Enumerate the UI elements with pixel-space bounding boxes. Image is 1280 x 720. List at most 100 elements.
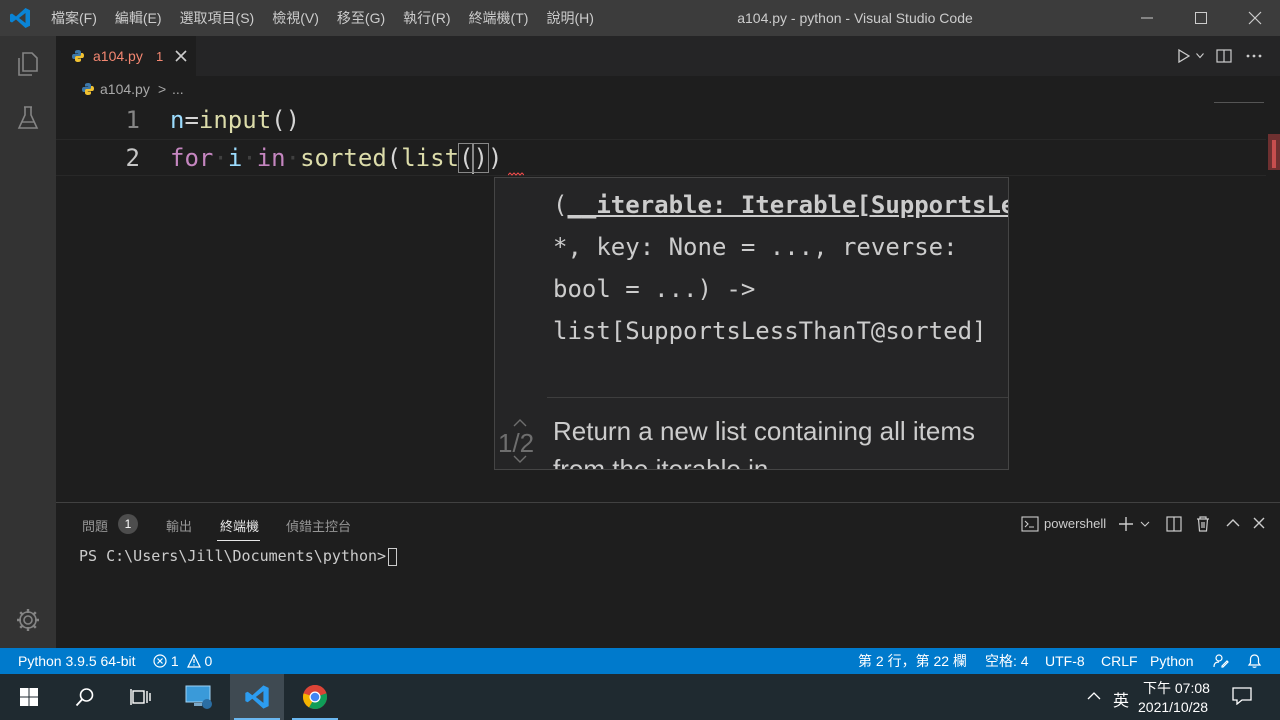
feedback-icon[interactable] xyxy=(1213,653,1229,669)
signature-line: *, key: None = ..., reverse: xyxy=(553,233,958,261)
menu-edit[interactable]: 編輯(E) xyxy=(106,0,171,36)
code-token: () xyxy=(271,106,301,134)
breadcrumb-file[interactable]: a104.py xyxy=(100,81,150,97)
menu-selection[interactable]: 選取項目(S) xyxy=(171,0,264,36)
run-python-button[interactable] xyxy=(1174,47,1194,65)
explorer-button[interactable] xyxy=(12,48,44,80)
maximize-button[interactable] xyxy=(1178,0,1224,36)
settings-gear-icon xyxy=(17,609,39,631)
signature-text: (__iterable: Iterable[SupportsLessThanT@… xyxy=(553,184,1008,352)
run-dropdown-button[interactable] xyxy=(1194,47,1206,65)
start-button[interactable] xyxy=(2,674,56,720)
menu-view[interactable]: 檢視(V) xyxy=(263,0,328,36)
code-token: for xyxy=(170,144,214,172)
explorer-icon xyxy=(18,52,38,76)
menu-file[interactable]: 檔案(F) xyxy=(42,0,106,36)
terminal-output[interactable]: PS C:\Users\Jill\Documents\python> xyxy=(79,547,398,566)
minimize-button[interactable] xyxy=(1124,0,1170,36)
clock-date[interactable]: 2021/10/28 xyxy=(1138,699,1208,715)
split-terminal-icon[interactable] xyxy=(1166,516,1182,532)
taskbar-vscode[interactable] xyxy=(230,674,284,720)
code-line-2[interactable]: 2 for·i·in·sorted(list()) xyxy=(56,139,1266,176)
status-interpreter[interactable]: Python 3.9.5 64-bit xyxy=(18,648,136,674)
tab-output[interactable]: 輸出 xyxy=(166,516,192,535)
signature-navigation: 1/2 xyxy=(495,178,547,469)
testing-flask-icon xyxy=(17,106,39,129)
split-editor-icon xyxy=(1216,49,1232,63)
menu-go[interactable]: 移至(G) xyxy=(328,0,394,36)
bottom-panel: 問題 1 輸出 終端機 偵錯主控台 powershell PS C:\Users… xyxy=(56,502,1280,648)
ime-indicator[interactable]: 英 xyxy=(1113,687,1129,711)
code-token: i xyxy=(227,144,243,172)
breadcrumb: a104.py > ... xyxy=(56,76,1280,102)
tab-a104-py[interactable]: a104.py 1 xyxy=(56,36,196,76)
split-editor-button[interactable] xyxy=(1214,47,1234,65)
more-actions-icon xyxy=(1246,54,1262,58)
search-icon xyxy=(75,688,94,707)
status-bar: Python 3.9.5 64-bit 1 0 第 2 行，第 22 欄 空格:… xyxy=(0,648,1280,674)
breadcrumb-separator: > xyxy=(158,81,167,97)
warning-icon xyxy=(186,653,201,668)
code-token: input xyxy=(198,106,272,134)
code-token: list xyxy=(401,144,460,172)
chevron-down-icon[interactable] xyxy=(1140,521,1150,528)
close-icon[interactable] xyxy=(1253,517,1265,529)
remote-desktop-icon xyxy=(185,685,212,709)
task-view-button[interactable] xyxy=(114,674,168,720)
close-icon xyxy=(175,50,187,62)
line-number: 2 xyxy=(125,144,140,172)
trash-icon[interactable] xyxy=(1195,515,1211,532)
tab-close-button[interactable] xyxy=(172,47,190,65)
minimap-slider[interactable] xyxy=(1214,102,1264,103)
taskbar-search-button[interactable] xyxy=(58,674,112,720)
status-language[interactable]: Python xyxy=(1150,648,1194,674)
maximize-icon xyxy=(1195,12,1207,24)
menu-help[interactable]: 說明(H) xyxy=(537,0,602,36)
status-encoding[interactable]: UTF-8 xyxy=(1045,648,1085,674)
close-window-button[interactable] xyxy=(1232,0,1278,36)
tab-label: a104.py xyxy=(93,48,143,64)
signature-line: list[SupportsLessThanT@sorted] xyxy=(553,317,987,345)
error-icon xyxy=(153,654,167,668)
signature-help-popup: 1/2 (__iterable: Iterable[SupportsLessTh… xyxy=(494,177,1009,470)
terminal-shell-name[interactable]: powershell xyxy=(1044,516,1106,531)
code-line-1[interactable]: 1 n=input() xyxy=(56,102,1266,139)
activity-bar xyxy=(0,36,56,648)
tab-debug-console[interactable]: 偵錯主控台 xyxy=(286,516,351,535)
chevron-up-icon[interactable] xyxy=(513,418,527,428)
notification-center-icon[interactable] xyxy=(1232,687,1252,705)
more-actions-button[interactable] xyxy=(1244,47,1264,65)
add-icon[interactable] xyxy=(1118,516,1134,532)
tab-problem-count: 1 xyxy=(156,49,164,64)
code-text: n=input() xyxy=(170,102,300,139)
chevron-up-icon[interactable] xyxy=(1087,691,1101,701)
code-token: ) xyxy=(487,144,503,172)
menu-run[interactable]: 執行(R) xyxy=(394,0,459,36)
status-eol[interactable]: CRLF xyxy=(1101,648,1138,674)
run-icon xyxy=(1178,49,1190,63)
menu-terminal[interactable]: 終端機(T) xyxy=(460,0,538,36)
warning-count: 0 xyxy=(204,653,213,669)
windows-start-icon xyxy=(20,688,38,706)
chevron-down-icon[interactable] xyxy=(513,454,527,464)
tab-problems[interactable]: 問題 xyxy=(82,516,108,535)
code-token: ( xyxy=(386,144,402,172)
python-file-icon xyxy=(72,50,84,62)
line-number: 1 xyxy=(125,106,140,134)
taskbar-remote-app[interactable] xyxy=(172,674,226,720)
window-title: a104.py - python - Visual Studio Code xyxy=(737,10,973,26)
manage-button[interactable] xyxy=(12,604,44,636)
bell-icon[interactable] xyxy=(1247,653,1262,669)
breadcrumb-symbols[interactable]: ... xyxy=(172,81,184,97)
clock-time[interactable]: 下午 07:08 xyxy=(1143,678,1210,698)
problems-count-badge: 1 xyxy=(118,514,138,534)
active-parameter: __iterable: Iterable[SupportsLessThanT@s… xyxy=(567,191,1008,219)
testing-button[interactable] xyxy=(12,102,44,134)
maximize-panel-icon[interactable] xyxy=(1226,518,1240,528)
taskbar-chrome[interactable] xyxy=(288,674,342,720)
vscode-logo-icon xyxy=(245,685,269,709)
status-indentation[interactable]: 空格: 4 xyxy=(985,648,1029,674)
tab-terminal[interactable]: 終端機 xyxy=(220,516,259,535)
status-problems[interactable]: 1 0 xyxy=(153,648,212,674)
status-cursor-position[interactable]: 第 2 行，第 22 欄 xyxy=(858,648,967,674)
